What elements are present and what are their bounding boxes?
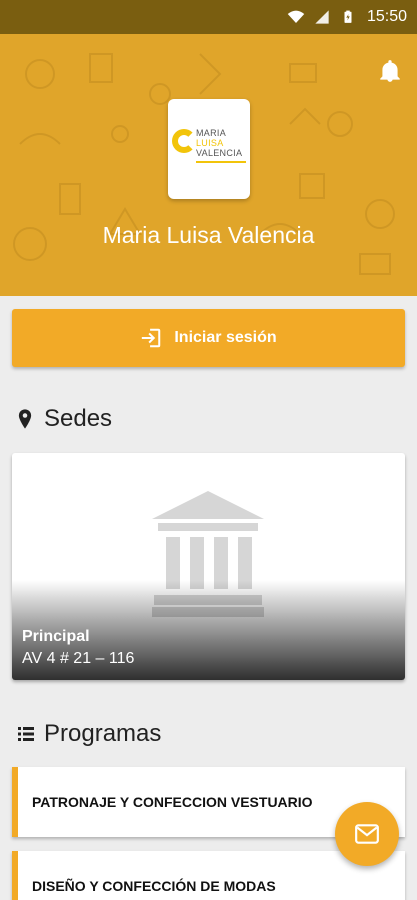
logo-text: MARIA LUISA VALENCIA [196, 128, 242, 158]
status-bar: 15:50 [0, 0, 417, 34]
status-time: 15:50 [366, 8, 407, 25]
institution-name: Maria Luisa Valencia [102, 222, 315, 248]
login-label: Iniciar sesión [174, 329, 277, 346]
cell-signal-icon [313, 8, 331, 26]
programas-title: Programas [44, 720, 162, 747]
mail-icon [355, 824, 379, 844]
login-icon [140, 327, 162, 349]
programas-heading: Programas [18, 720, 161, 748]
logo-underline [196, 161, 246, 163]
location-pin-icon [18, 408, 34, 430]
logo-mark [172, 129, 196, 153]
logo-line-2: LUISA [196, 138, 224, 148]
mail-fab-button[interactable] [335, 802, 399, 866]
institution-logo: MARIA LUISA VALENCIA [168, 99, 250, 199]
sedes-heading: Sedes [18, 405, 112, 433]
sede-address: AV 4 # 21 – 116 [22, 650, 135, 667]
bell-icon[interactable] [377, 58, 403, 84]
battery-icon [339, 8, 357, 26]
logo-line-3: VALENCIA [196, 148, 243, 158]
wifi-icon [287, 8, 305, 26]
sede-card[interactable]: Principal AV 4 # 21 – 116 [12, 453, 405, 680]
sede-name: Principal [22, 628, 90, 645]
login-button[interactable]: Iniciar sesión [12, 309, 405, 367]
list-icon [18, 723, 34, 745]
logo-line-1: MARIA [196, 128, 227, 138]
sedes-title: Sedes [44, 405, 113, 432]
header: MARIA LUISA VALENCIA Maria Luisa Valenci… [0, 34, 417, 296]
